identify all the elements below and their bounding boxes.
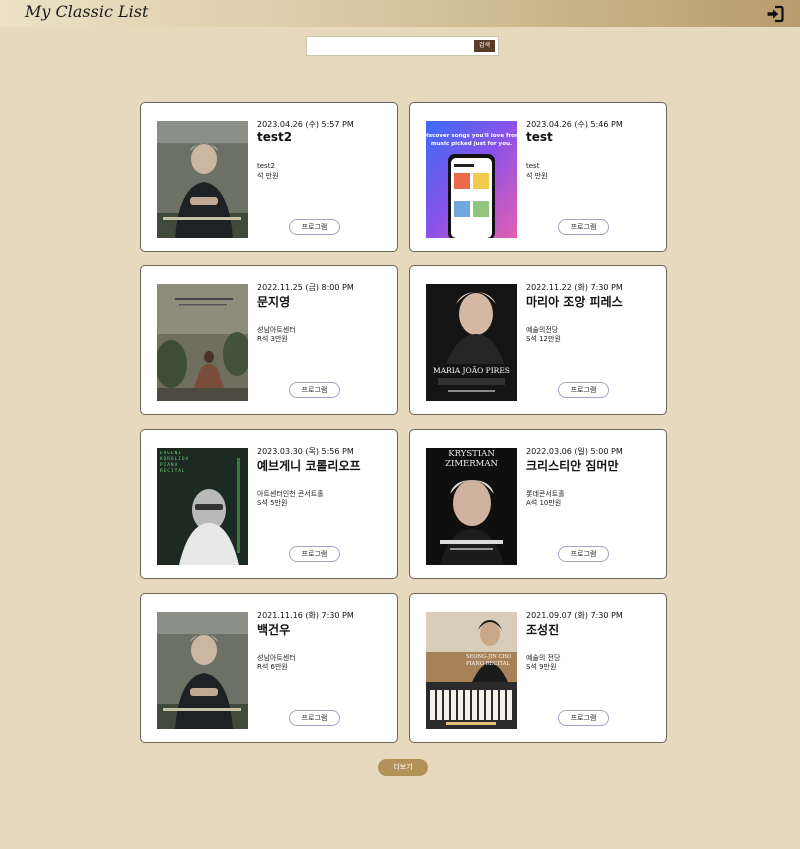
search-button[interactable]: 검색 — [474, 40, 495, 52]
concert-card[interactable]: EVGENI KOROLIOV PIANO RECITAL 2023.03.30… — [140, 429, 398, 579]
concert-date: 2022.11.25 (금) 8:00 PM — [257, 283, 354, 292]
concert-card[interactable]: Discover songs you'll love from music pi… — [409, 102, 667, 252]
svg-text:Discover songs you'll love fro: Discover songs you'll love from — [426, 133, 517, 139]
program-button[interactable]: 프로그램 — [558, 219, 609, 235]
concert-date: 2022.11.22 (화) 7:30 PM — [526, 283, 623, 292]
concert-seat-price: 석 만원 — [257, 172, 279, 180]
concert-seat-price: 석 만원 — [526, 172, 548, 180]
concert-seat-price: A석 10만원 — [526, 499, 562, 507]
program-button[interactable]: 프로그램 — [558, 710, 609, 726]
concert-venue: test2 — [257, 162, 275, 170]
concert-date: 2023.04.26 (수) 5:57 PM — [257, 120, 354, 129]
concert-title: 조성진 — [526, 623, 560, 637]
search-box — [306, 36, 499, 56]
concert-venue: test — [526, 162, 540, 170]
concert-poster-image: MARIA JOÃO PIRES — [426, 284, 517, 401]
concert-poster-image: SEONG-JIN CHO PIANO RECITAL — [426, 612, 517, 729]
app-logo-title[interactable]: My Classic List — [25, 2, 148, 21]
concert-seat-price: S석 12만원 — [526, 335, 561, 343]
concert-date: 2021.09.07 (화) 7:30 PM — [526, 611, 623, 620]
concert-title: 백건우 — [257, 623, 291, 637]
poster-text: KRYSTIAN ZIMERMAN — [445, 449, 498, 469]
poster-text: SEONG-JIN CHO PIANO RECITAL — [466, 654, 512, 667]
load-more-button[interactable]: 더보기 — [378, 759, 428, 776]
program-button[interactable]: 프로그램 — [558, 382, 609, 398]
concert-title: test2 — [257, 130, 293, 144]
concert-card[interactable]: KRYSTIAN ZIMERMAN 2022.03.06 (일) 5:00 PM… — [409, 429, 667, 579]
concert-card[interactable]: SEONG-JIN CHO PIANO RECITAL 2021.09.07 (… — [409, 593, 667, 743]
program-button[interactable]: 프로그램 — [289, 546, 340, 562]
concert-seat-price: R석 3만원 — [257, 335, 288, 343]
concert-card[interactable]: MARIA JOÃO PIRES 2022.11.22 (화) 7:30 PM … — [409, 265, 667, 415]
svg-text:music picked just for you.: music picked just for you. — [431, 141, 512, 147]
concert-seat-price: S석 9만원 — [526, 663, 557, 671]
poster-text: MARIA JOÃO PIRES — [433, 366, 510, 375]
program-button[interactable]: 프로그램 — [558, 546, 609, 562]
concert-poster-image — [157, 284, 248, 401]
concert-poster-image — [157, 612, 248, 729]
search-input[interactable] — [310, 39, 472, 53]
poster-text: EVGENI KOROLIOV PIANO RECITAL — [160, 451, 190, 474]
concert-poster-image: KRYSTIAN ZIMERMAN — [426, 448, 517, 565]
concert-seat-price: R석 6만원 — [257, 663, 288, 671]
program-button[interactable]: 프로그램 — [289, 382, 340, 398]
concert-seat-price: S석 5만원 — [257, 499, 288, 507]
concert-card[interactable]: 2021.11.16 (화) 7:30 PM 백건우 성남아트센터 R석 6만원… — [140, 593, 398, 743]
concert-title: 문지영 — [257, 295, 291, 309]
program-button[interactable]: 프로그램 — [289, 219, 340, 235]
login-icon[interactable] — [766, 5, 784, 23]
concert-title: 마리아 조앙 피레스 — [526, 295, 623, 309]
concert-date: 2023.03.30 (목) 5:56 PM — [257, 447, 354, 456]
concert-title: 크리스티안 짐머만 — [526, 459, 619, 473]
concert-title: 예브게니 코롤리오프 — [257, 459, 361, 473]
concert-date: 2023.04.26 (수) 5:46 PM — [526, 120, 623, 129]
concert-card[interactable]: 2022.11.25 (금) 8:00 PM 문지영 성남아트센터 R석 3만원… — [140, 265, 398, 415]
concert-date: 2021.11.16 (화) 7:30 PM — [257, 611, 354, 620]
concert-title: test — [526, 130, 553, 144]
concert-date: 2022.03.06 (일) 5:00 PM — [526, 447, 623, 456]
concert-poster-image — [157, 121, 248, 238]
program-button[interactable]: 프로그램 — [289, 710, 340, 726]
concert-poster-image: Discover songs you'll love from music pi… — [426, 121, 517, 238]
concert-card[interactable]: 2023.04.26 (수) 5:57 PM test2 test2 석 만원 … — [140, 102, 398, 252]
concert-poster-image: EVGENI KOROLIOV PIANO RECITAL — [157, 448, 248, 565]
top-header: My Classic List — [0, 0, 800, 27]
